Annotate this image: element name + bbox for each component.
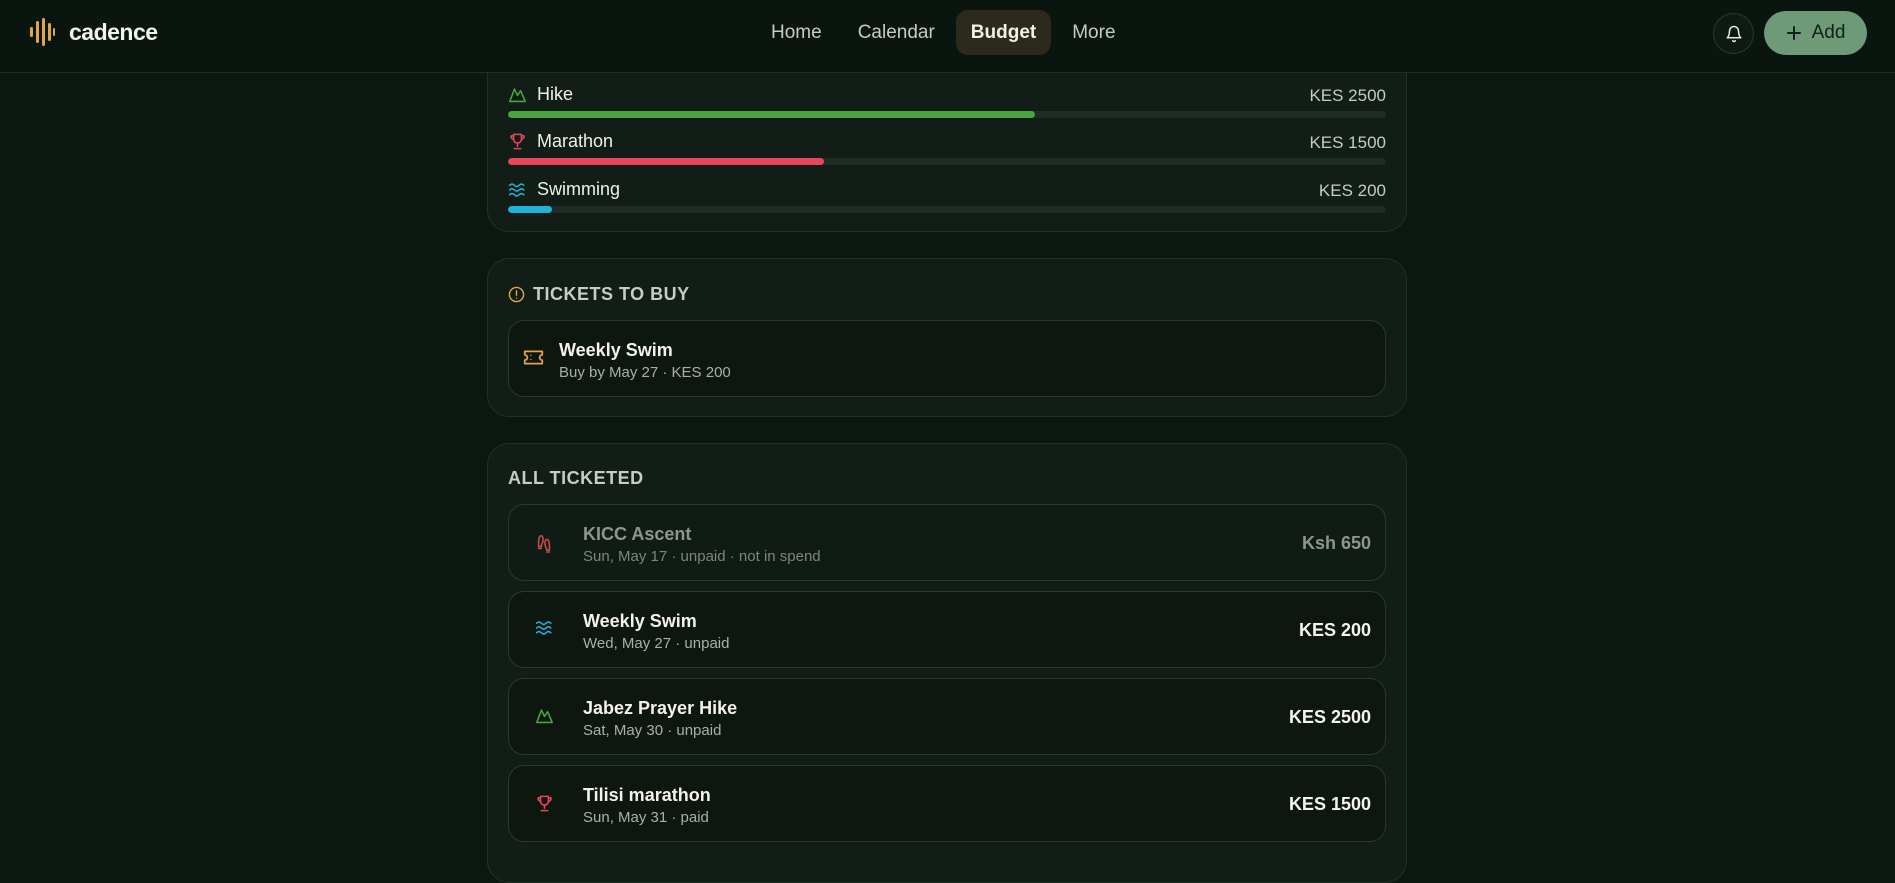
- ticketed-item[interactable]: Weekly Swim Wed, May 27 · unpaid KES 200: [508, 591, 1386, 668]
- progress-fill: [508, 206, 552, 213]
- ticketed-item[interactable]: KICC Ascent Sun, May 17 · unpaid · not i…: [508, 504, 1386, 581]
- spend-label: Marathon: [537, 131, 614, 151]
- ticketed-amount: Ksh 650: [1301, 533, 1371, 553]
- spend-row-swimming: Swimming KES 200: [508, 179, 1386, 225]
- ticketed-amount: KES 1500: [1288, 794, 1371, 814]
- ticketed-amount: KES 2500: [1288, 707, 1371, 727]
- logo-icon: [30, 18, 55, 46]
- plus-icon: [1786, 26, 1801, 40]
- add-button[interactable]: Add: [1764, 11, 1867, 55]
- progress-track: [508, 158, 1386, 165]
- progress-fill: [508, 111, 1035, 118]
- spend-amount: KES 1500: [1309, 133, 1386, 152]
- nav-budget[interactable]: Budget: [955, 10, 1052, 55]
- top-bar: cadence Home Calendar Budget More Add: [0, 0, 1895, 73]
- mountain-icon: [509, 88, 526, 103]
- spend-row-hike: Hike KES 2500: [508, 84, 1386, 130]
- spend-amount: KES 200: [1318, 181, 1386, 200]
- ticketed-title: Tilisi marathon: [583, 785, 711, 805]
- add-button-label: Add: [1811, 22, 1846, 43]
- ticketed-title: KICC Ascent: [583, 524, 692, 544]
- all-ticketed-card: ALL TICKETED KICC Ascent Sun, May 17 · u…: [487, 443, 1407, 883]
- ticket-icon: [523, 350, 544, 365]
- ticket-title: Weekly Swim: [559, 340, 673, 360]
- section-title: ALL TICKETED: [508, 468, 644, 488]
- trophy-icon: [510, 133, 525, 150]
- brand[interactable]: cadence: [29, 18, 158, 46]
- main-nav: Home Calendar Budget More: [756, 10, 1131, 55]
- spend-label: Hike: [537, 84, 574, 104]
- nav-more[interactable]: More: [1057, 10, 1130, 55]
- ticket-subtitle: Buy by May 27 · KES 200: [559, 364, 731, 381]
- waves-icon: [508, 182, 525, 197]
- ticketed-title: Weekly Swim: [583, 611, 697, 631]
- progress-track: [508, 111, 1386, 118]
- ticket-to-buy-item[interactable]: Weekly Swim Buy by May 27 · KES 200: [508, 320, 1386, 397]
- nav-calendar[interactable]: Calendar: [843, 10, 950, 55]
- ticketed-item[interactable]: Jabez Prayer Hike Sat, May 30 · unpaid K…: [508, 678, 1386, 755]
- ticketed-item[interactable]: Tilisi marathon Sun, May 31 · paid KES 1…: [508, 765, 1386, 842]
- mountain-icon: [536, 709, 553, 724]
- ticketed-subtitle: Wed, May 27 · unpaid: [583, 635, 730, 652]
- app-name: cadence: [69, 18, 158, 45]
- alert-circle-icon: [508, 286, 525, 303]
- section-title: TICKETS TO BUY: [508, 284, 690, 305]
- notifications-button[interactable]: [1713, 13, 1754, 54]
- tickets-to-buy-card: TICKETS TO BUY Weekly Swim Buy by May 27…: [487, 258, 1407, 417]
- trophy-icon: [537, 795, 552, 812]
- progress-fill: [508, 158, 825, 165]
- waves-icon: [535, 621, 552, 635]
- ticketed-subtitle: Sat, May 30 · unpaid: [583, 722, 722, 739]
- progress-track: [508, 206, 1386, 213]
- spend-row-marathon: Marathon KES 1500: [508, 131, 1386, 177]
- ticketed-amount: KES 200: [1298, 620, 1371, 640]
- ticketed-subtitle: Sun, May 17 · unpaid · not in spend: [583, 548, 821, 565]
- spend-amount: KES 2500: [1309, 86, 1386, 105]
- spend-label: Swimming: [537, 179, 621, 199]
- footprints-icon: [537, 534, 551, 553]
- ticketed-title: Jabez Prayer Hike: [583, 698, 738, 718]
- nav-home[interactable]: Home: [756, 10, 837, 55]
- bell-icon: [1726, 25, 1741, 42]
- ticketed-subtitle: Sun, May 31 · paid: [583, 809, 709, 826]
